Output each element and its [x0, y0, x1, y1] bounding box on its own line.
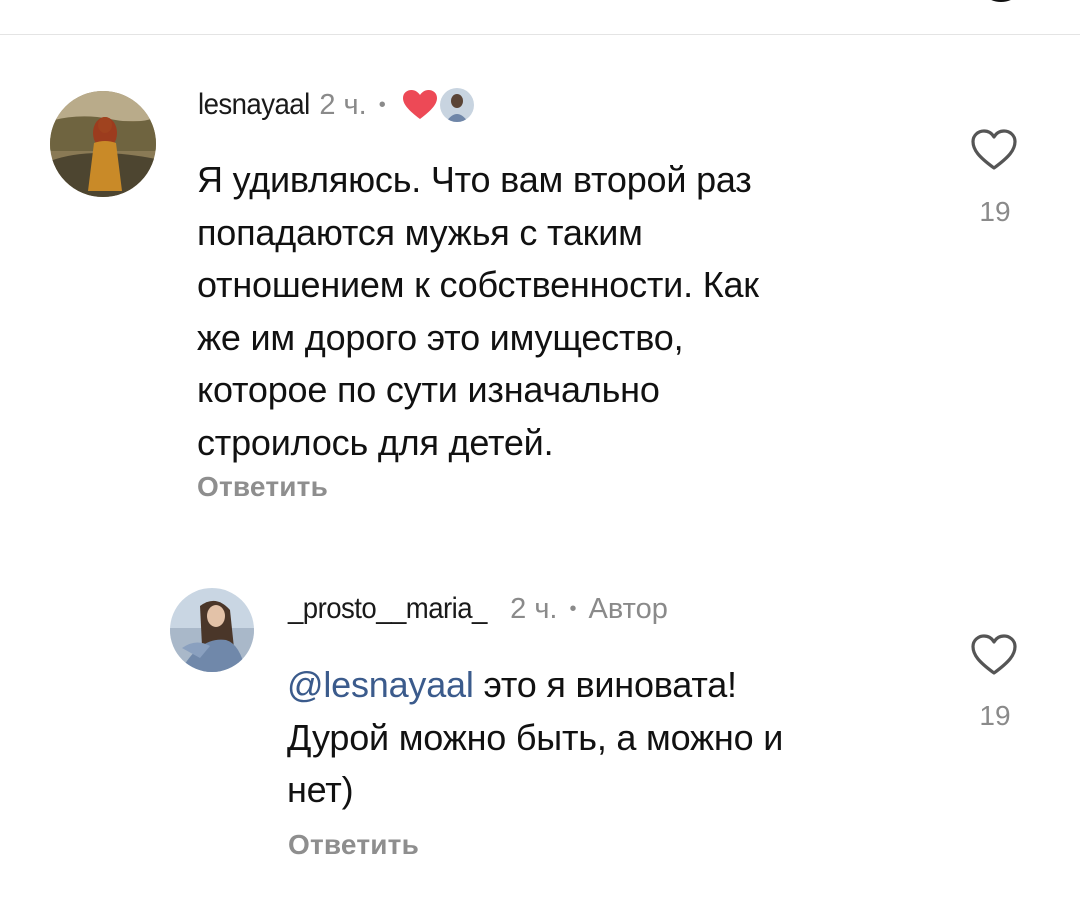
- username[interactable]: lesnayaal: [198, 88, 310, 122]
- heart-outline-icon[interactable]: [970, 128, 1018, 172]
- username[interactable]: _prosto__maria_: [288, 592, 487, 626]
- liked-by-author: [402, 88, 474, 122]
- comment-line: Дурой можно быть, а можно и: [287, 716, 784, 758]
- heart-outline-icon[interactable]: [970, 633, 1018, 677]
- comment-line: строилось для детей.: [197, 421, 554, 463]
- comment-line: @lesnayaal это я виновата!: [287, 659, 783, 712]
- avatar[interactable]: [50, 91, 156, 197]
- mention-link[interactable]: @lesnayaal: [287, 664, 474, 705]
- comment-line: попадаются мужья с таким: [197, 211, 643, 253]
- comment-text: Я удивляюсь. Что вам второй раз попадают…: [197, 154, 759, 469]
- avatar[interactable]: [170, 588, 254, 672]
- comment-line: нет): [287, 769, 354, 810]
- comment-line: Я удивляюсь. Что вам второй раз: [197, 159, 752, 200]
- comment-meta: _prosto__maria_ 2 ч. • Автор: [288, 589, 668, 629]
- author-badge: Автор: [588, 592, 668, 625]
- like-count: 19: [979, 196, 1011, 227]
- comment-line-rest: это я виновата!: [473, 664, 737, 705]
- separator-dot: •: [378, 93, 386, 116]
- timestamp: 2 ч.: [319, 88, 367, 121]
- reply-button[interactable]: Ответить: [197, 471, 328, 503]
- reply-button[interactable]: Ответить: [288, 829, 419, 861]
- top-divider: [0, 34, 1080, 35]
- comment-line: отношением к собственности. Как: [197, 264, 759, 305]
- comment-line: которое по сути изначально: [197, 369, 660, 410]
- heart-filled-icon: [402, 90, 437, 119]
- author-mini-avatar: [439, 88, 474, 122]
- comment-meta: lesnayaal 2 ч. •: [198, 85, 474, 125]
- like-count: 19: [979, 700, 1011, 731]
- comment-line: же им дорого это имущество,: [197, 316, 684, 358]
- comment-text: @lesnayaal это я виновата! Дурой можно б…: [287, 659, 783, 817]
- timestamp: 2 ч.: [510, 592, 558, 625]
- partial-circle-icon[interactable]: [978, 0, 1024, 12]
- separator-dot: •: [569, 597, 577, 620]
